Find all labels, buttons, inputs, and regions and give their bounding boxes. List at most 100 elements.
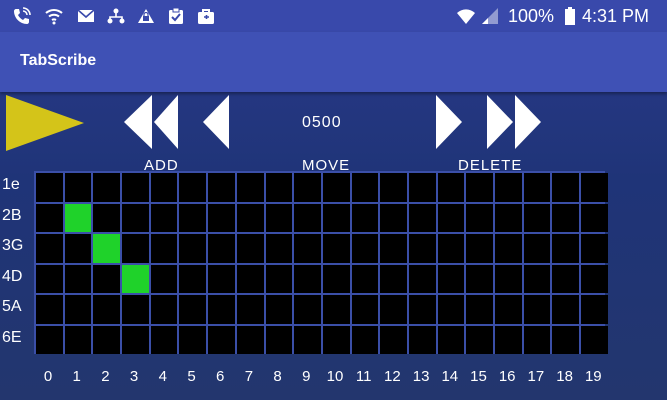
grid-cell-3G-14[interactable] [437,234,465,263]
fast-forward-button[interactable] [487,95,543,149]
grid-cell-1e-0[interactable] [36,173,63,202]
grid-cell-5A-1[interactable] [64,295,92,324]
grid-cell-6E-4[interactable] [150,325,178,354]
grid-cell-4D-4[interactable] [150,264,178,293]
grid-cell-5A-8[interactable] [265,295,293,324]
grid-cell-5A-7[interactable] [236,295,264,324]
grid-cell-6E-2[interactable] [93,325,121,354]
grid-cell-3G-16[interactable] [495,234,522,263]
grid-cell-4D-16[interactable] [495,264,522,293]
grid-cell-5A-18[interactable] [552,295,580,324]
grid-cell-4D-2[interactable] [93,264,121,293]
grid-cell-2B-15[interactable] [466,203,493,232]
grid-cell-4D-10[interactable] [322,264,350,293]
grid-cell-1e-5[interactable] [179,173,207,202]
grid-cell-1e-4[interactable] [150,173,178,202]
grid-cell-2B-10[interactable] [322,203,350,232]
grid-cell-4D-3[interactable] [122,264,149,293]
grid-cell-1e-17[interactable] [523,173,551,202]
grid-cell-5A-9[interactable] [294,295,321,324]
grid-cell-2B-18[interactable] [552,203,580,232]
grid-cell-1e-2[interactable] [93,173,121,202]
grid-cell-3G-2[interactable] [93,234,121,263]
grid-cell-6E-10[interactable] [322,325,350,354]
grid-cell-5A-16[interactable] [495,295,522,324]
grid-cell-3G-0[interactable] [36,234,63,263]
grid-cell-2B-16[interactable] [495,203,522,232]
grid-cell-4D-14[interactable] [437,264,465,293]
grid-cell-1e-8[interactable] [265,173,293,202]
grid-cell-3G-17[interactable] [523,234,551,263]
grid-cell-6E-19[interactable] [581,325,608,354]
grid-cell-2B-2[interactable] [93,203,121,232]
grid-cell-4D-19[interactable] [581,264,608,293]
grid-cell-4D-18[interactable] [552,264,580,293]
grid-cell-5A-0[interactable] [36,295,63,324]
grid-cell-5A-2[interactable] [93,295,121,324]
grid-cell-4D-6[interactable] [208,264,235,293]
grid-cell-5A-15[interactable] [466,295,493,324]
grid-cell-4D-7[interactable] [236,264,264,293]
grid-cell-3G-6[interactable] [208,234,235,263]
grid-cell-1e-9[interactable] [294,173,321,202]
grid-cell-1e-12[interactable] [380,173,407,202]
grid-cell-2B-13[interactable] [408,203,436,232]
grid-cell-3G-11[interactable] [351,234,379,263]
grid-cell-4D-13[interactable] [408,264,436,293]
grid-cell-5A-14[interactable] [437,295,465,324]
grid-cell-2B-3[interactable] [122,203,149,232]
grid-cell-4D-15[interactable] [466,264,493,293]
grid-cell-6E-18[interactable] [552,325,580,354]
grid-cell-2B-7[interactable] [236,203,264,232]
grid-cell-2B-12[interactable] [380,203,407,232]
grid-cell-1e-19[interactable] [581,173,608,202]
grid-cell-6E-11[interactable] [351,325,379,354]
grid-cell-6E-0[interactable] [36,325,63,354]
grid-cell-3G-19[interactable] [581,234,608,263]
grid-cell-3G-7[interactable] [236,234,264,263]
grid-cell-5A-5[interactable] [179,295,207,324]
grid-cell-2B-19[interactable] [581,203,608,232]
step-back-button[interactable] [203,95,231,149]
grid-cell-4D-17[interactable] [523,264,551,293]
grid-cell-3G-8[interactable] [265,234,293,263]
grid-cell-5A-10[interactable] [322,295,350,324]
grid-cell-1e-13[interactable] [408,173,436,202]
grid-cell-3G-15[interactable] [466,234,493,263]
grid-cell-2B-9[interactable] [294,203,321,232]
grid-cell-4D-0[interactable] [36,264,63,293]
grid-cell-3G-18[interactable] [552,234,580,263]
grid-cell-6E-9[interactable] [294,325,321,354]
grid-cell-3G-1[interactable] [64,234,92,263]
grid-cell-3G-9[interactable] [294,234,321,263]
grid-cell-1e-7[interactable] [236,173,264,202]
grid-cell-2B-0[interactable] [36,203,63,232]
grid-cell-2B-8[interactable] [265,203,293,232]
grid-cell-6E-6[interactable] [208,325,235,354]
grid-cell-3G-4[interactable] [150,234,178,263]
grid-cell-2B-14[interactable] [437,203,465,232]
grid-cell-1e-6[interactable] [208,173,235,202]
grid-cell-5A-3[interactable] [122,295,149,324]
grid-cell-6E-16[interactable] [495,325,522,354]
step-forward-button[interactable] [436,95,464,149]
grid-cell-1e-11[interactable] [351,173,379,202]
grid-cell-4D-11[interactable] [351,264,379,293]
rewind-button[interactable] [124,95,180,149]
grid-cell-6E-12[interactable] [380,325,407,354]
grid-cell-2B-5[interactable] [179,203,207,232]
grid-cell-6E-5[interactable] [179,325,207,354]
grid-cell-6E-14[interactable] [437,325,465,354]
grid-cell-5A-11[interactable] [351,295,379,324]
grid-cell-5A-4[interactable] [150,295,178,324]
play-button[interactable] [6,95,84,151]
grid-cell-5A-17[interactable] [523,295,551,324]
grid-cell-4D-5[interactable] [179,264,207,293]
grid-cell-6E-13[interactable] [408,325,436,354]
grid-cell-3G-13[interactable] [408,234,436,263]
grid-cell-6E-3[interactable] [122,325,149,354]
grid-cell-6E-1[interactable] [64,325,92,354]
grid-cell-1e-10[interactable] [322,173,350,202]
grid-cell-6E-7[interactable] [236,325,264,354]
grid-cell-5A-13[interactable] [408,295,436,324]
